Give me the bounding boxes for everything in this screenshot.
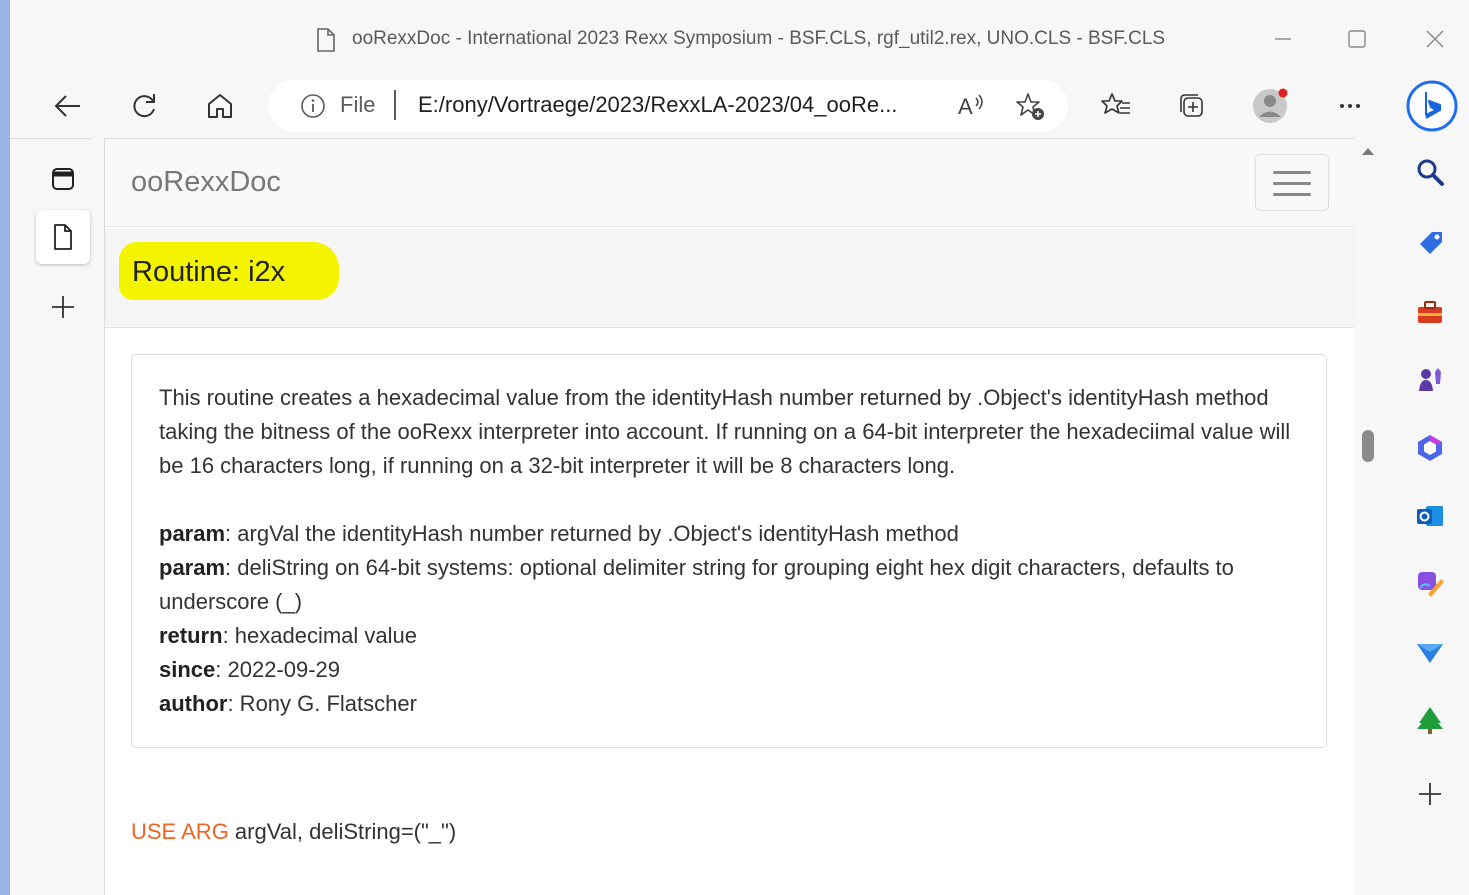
page-title: Routine: i2x — [132, 256, 286, 288]
doc-tag-author: author: Rony G. Flatscher — [159, 691, 417, 716]
scroll-up-arrow-icon[interactable] — [1356, 138, 1380, 178]
site-navbar: ooRexxDoc — [105, 139, 1355, 227]
window-title: ooRexxDoc - International 2023 Rexx Symp… — [352, 28, 1166, 49]
page-viewport: ooRexxDoc Routine: i2x This routine crea… — [104, 138, 1355, 895]
back-button[interactable] — [46, 84, 90, 128]
site-brand[interactable]: ooRexxDoc — [131, 166, 281, 199]
page-header: Routine: i2x — [105, 228, 1355, 328]
tab-actions-icon — [52, 168, 74, 190]
page-icon — [317, 28, 335, 52]
sidebar-search-button[interactable] — [1410, 152, 1450, 192]
sidebar-shopping-button[interactable] — [1410, 222, 1450, 262]
sidebar-designer-button[interactable] — [1410, 564, 1450, 604]
sidebar-add-button[interactable] — [1410, 774, 1450, 814]
sidebar-tools-button[interactable] — [1410, 292, 1450, 332]
code-line: USE ARG argVal, deliString=("_") — [131, 819, 456, 845]
bing-icon — [1406, 80, 1458, 132]
read-aloud-icon: A — [958, 94, 983, 119]
sidebar-send-button[interactable] — [1410, 632, 1450, 672]
home-icon — [208, 94, 232, 118]
code-keyword: USE ARG — [131, 819, 229, 844]
sidebar-tree-button[interactable] — [1410, 700, 1450, 740]
star-add-icon — [1016, 93, 1044, 120]
designer-icon — [1418, 572, 1444, 597]
profile-avatar-icon — [1253, 88, 1288, 123]
doc-tag-param-delistring: param: deliString on 64-bit systems: opt… — [159, 555, 1234, 614]
routine-description-card: This routine creates a hexadecimal value… — [131, 354, 1327, 748]
address-url[interactable]: E:/rony/Vortraege/2023/RexxLA-2023/04_oo… — [418, 92, 897, 118]
tab-active-page[interactable] — [36, 210, 90, 264]
shopping-tag-icon — [1420, 232, 1442, 254]
refresh-button[interactable] — [122, 84, 166, 128]
add-favorite-button[interactable] — [1008, 84, 1052, 128]
back-arrow-icon — [54, 95, 80, 117]
bing-copilot-button[interactable] — [1404, 78, 1460, 134]
close-button[interactable] — [1420, 24, 1450, 54]
maximize-icon — [1348, 30, 1366, 48]
doc-tag-return: return: hexadecimal value — [159, 623, 418, 648]
routine-description: This routine creates a hexadecimal value… — [159, 385, 1291, 478]
page-scrollbar[interactable] — [1356, 138, 1380, 895]
read-aloud-button[interactable]: A — [948, 84, 992, 128]
info-icon[interactable] — [300, 93, 326, 119]
search-icon — [1417, 159, 1444, 186]
tree-icon — [1417, 707, 1443, 734]
tabstrip-divider — [10, 138, 92, 139]
page-icon — [54, 224, 72, 250]
outlook-icon — [1417, 506, 1443, 526]
refresh-icon — [133, 94, 155, 118]
code-arguments: argVal, deliString=("_") — [228, 819, 457, 844]
plus-icon — [52, 296, 74, 318]
sidebar-outlook-button[interactable] — [1410, 496, 1450, 536]
close-icon — [1426, 30, 1444, 48]
window-accent-edge — [0, 0, 10, 895]
tab-actions-button[interactable] — [36, 152, 90, 206]
collections-button[interactable] — [1170, 84, 1214, 128]
favorites-button[interactable] — [1094, 84, 1138, 128]
doc-tag-param-argval: param: argVal the identityHash number re… — [159, 521, 959, 546]
doc-tag-since: since: 2022-09-29 — [159, 657, 341, 682]
address-scheme-label: File — [340, 92, 376, 117]
profile-button[interactable] — [1248, 84, 1292, 128]
chess-piece-icon — [1419, 368, 1441, 391]
sidebar-office-button[interactable] — [1410, 428, 1450, 468]
new-tab-button[interactable] — [36, 280, 90, 334]
sidebar-games-button[interactable] — [1410, 360, 1450, 400]
hamburger-icon — [1273, 193, 1311, 196]
hamburger-icon — [1273, 182, 1311, 185]
collections-icon — [1180, 94, 1203, 117]
send-arrow-icon — [1417, 644, 1443, 663]
more-dots-icon — [1340, 104, 1360, 108]
doc-tags: param: argVal the identityHash number re… — [159, 517, 1309, 721]
favorites-icon — [1101, 93, 1130, 114]
home-button[interactable] — [198, 84, 242, 128]
minimize-button[interactable] — [1268, 24, 1298, 54]
svg-text:A: A — [958, 94, 973, 119]
more-menu-button[interactable] — [1328, 84, 1372, 128]
toolbox-icon — [1418, 301, 1442, 323]
hamburger-icon — [1273, 171, 1311, 174]
browser-window: ooRexxDoc - International 2023 Rexx Symp… — [0, 0, 1469, 895]
maximize-button[interactable] — [1342, 24, 1372, 54]
menu-toggle-button[interactable] — [1255, 154, 1329, 211]
plus-icon — [1419, 783, 1441, 805]
minimize-icon — [1275, 38, 1291, 40]
office-icon — [1418, 435, 1442, 461]
address-divider — [394, 90, 396, 120]
scrollbar-thumb[interactable] — [1362, 430, 1374, 462]
